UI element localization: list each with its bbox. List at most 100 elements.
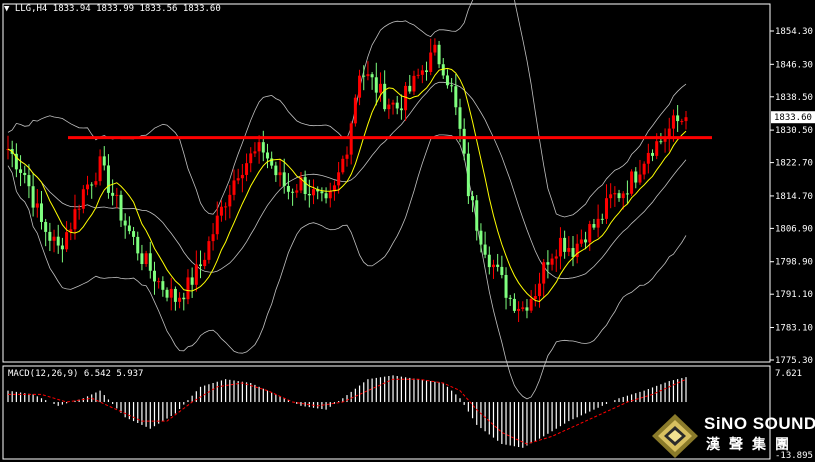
candle-body (600, 218, 604, 220)
candle-body (671, 115, 675, 129)
candle-body (199, 264, 203, 267)
candle-body (512, 298, 516, 311)
candle-body (433, 44, 437, 53)
candle-body (420, 70, 424, 75)
candle-body (353, 97, 357, 124)
candle-body (458, 107, 462, 129)
candle-body (437, 44, 441, 65)
candle-body (203, 259, 207, 267)
candle-body (173, 288, 177, 302)
candle-body (395, 102, 399, 109)
candle-body (445, 75, 449, 86)
diamond-logo-icon (652, 414, 698, 458)
candle-body (312, 189, 316, 196)
macd-header: MACD(12,26,9) 6.542 5.937 (8, 369, 144, 379)
candle-body (236, 178, 240, 181)
candle-body (399, 108, 403, 111)
candle-body (60, 245, 64, 250)
candle-body (625, 193, 629, 195)
candle-body (621, 193, 625, 199)
candle-body (651, 152, 655, 156)
trading-chart[interactable]: 1854.30 1846.30 1838.50 1830.50 1822.70 1814.… (0, 0, 815, 462)
candle-body (245, 163, 249, 175)
candle-body (454, 86, 458, 108)
candle-body (257, 142, 261, 152)
candle-body (533, 296, 537, 300)
candle-body (378, 83, 382, 93)
sino-sound-logo: SiNO SOUND 漢聲集團 (648, 410, 815, 462)
price-tick-label: 1854.30 (775, 27, 813, 37)
main-chart-frame (2, 3, 771, 460)
candle-body (517, 308, 521, 311)
candle-body (450, 85, 454, 87)
candle-body (366, 74, 370, 77)
candle-body (207, 241, 211, 260)
candle-body (23, 172, 27, 176)
candle-body (44, 221, 48, 232)
bollinger-bands (7, 0, 687, 400)
candle-body (77, 208, 81, 210)
candle-body (328, 191, 332, 199)
price-tick-label: 1838.50 (775, 93, 813, 103)
price-tick-label: 1814.70 (775, 192, 813, 202)
candle-body (387, 104, 391, 110)
candle-body (538, 283, 542, 297)
dropdown-arrow-icon[interactable]: ▼ (4, 4, 9, 14)
candle-body (31, 186, 35, 208)
candle-body (291, 191, 295, 193)
price-tick-label: 1798.90 (775, 258, 813, 268)
candle-body (253, 151, 257, 154)
ohlc-values: 1833.94 1833.99 1833.56 1833.60 (52, 4, 221, 14)
candle-body (521, 307, 525, 309)
candle-body (136, 236, 140, 254)
candle-body (119, 194, 123, 221)
candle-body (638, 174, 642, 183)
candle-body (157, 281, 161, 283)
candle-body (496, 264, 500, 267)
candle-body (500, 266, 504, 275)
candle-body (224, 206, 228, 208)
candle-body (19, 169, 23, 173)
candle-body (613, 193, 617, 195)
candle-body (341, 158, 345, 173)
price-tick-label: 1783.10 (775, 324, 813, 334)
candle-body (617, 193, 621, 199)
candle-body (286, 185, 290, 192)
candlesticks (6, 38, 688, 323)
candle-body (265, 152, 269, 159)
candle-body (408, 85, 412, 92)
candle-body (337, 172, 341, 186)
candle-body (186, 277, 190, 300)
candle-body (132, 231, 136, 237)
candle-body (362, 75, 366, 77)
ma-line (7, 67, 687, 303)
candle-body (374, 77, 378, 93)
candle-body (303, 177, 307, 195)
candle-body (571, 248, 575, 257)
candle-body (39, 203, 43, 222)
candle-body (471, 196, 475, 201)
candle-body (525, 307, 529, 311)
candle-body (684, 117, 688, 122)
candle-body (542, 262, 546, 284)
price-tick-label: 1822.70 (775, 159, 813, 169)
logo-chinese: 漢聲集團 (706, 437, 798, 453)
candle-body (462, 128, 466, 154)
candle-body (56, 236, 60, 246)
candle-body (274, 165, 278, 176)
candle-body (86, 184, 90, 190)
candle-body (90, 184, 94, 186)
candle-body (642, 163, 646, 175)
candle-body (676, 115, 680, 122)
candle-body (479, 230, 483, 245)
candle-body (529, 299, 533, 311)
candle-body (416, 74, 420, 76)
candle-body (249, 153, 253, 164)
candle-body (115, 194, 119, 196)
candle-body (178, 297, 182, 302)
candle-body (261, 142, 265, 153)
candle-body (563, 237, 567, 252)
candle-body (592, 224, 596, 228)
candle-body (48, 231, 52, 241)
candle-body (630, 171, 634, 194)
